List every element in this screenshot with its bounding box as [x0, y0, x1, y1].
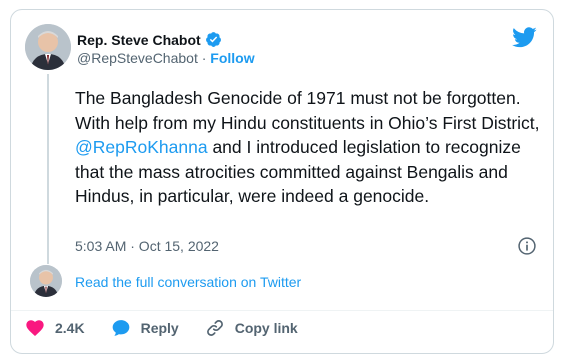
like-count: 2.4K — [55, 320, 85, 336]
follow-button[interactable]: Follow — [210, 50, 254, 66]
like-button[interactable]: 2.4K — [25, 318, 85, 338]
author-name-row: Rep. Steve Chabot — [77, 31, 222, 48]
copy-link-label: Copy link — [234, 320, 298, 336]
thread-line — [47, 74, 49, 264]
reply-label: Reply — [140, 320, 179, 336]
verified-badge-icon — [205, 32, 221, 47]
reply-bubble-icon — [112, 320, 129, 336]
author-handle[interactable]: @RepSteveChabot — [77, 50, 198, 66]
info-icon[interactable] — [517, 236, 537, 256]
read-conversation-link[interactable]: Read the full conversation on Twitter — [75, 274, 301, 290]
divider — [11, 310, 553, 311]
conversation-avatar[interactable] — [30, 265, 62, 297]
mention-link[interactable]: @RepRoKhanna — [75, 137, 208, 157]
embedded-tweet-card: Rep. Steve Chabot @RepSteveChabot · Foll… — [10, 9, 554, 354]
reply-button[interactable]: Reply — [111, 318, 179, 338]
tweet-timestamp[interactable]: 5:03 AM · Oct 15, 2022 — [75, 238, 219, 254]
author-name[interactable]: Rep. Steve Chabot — [77, 32, 201, 48]
twitter-bird-icon[interactable] — [512, 27, 537, 48]
action-bar: 2.4K Reply Copy link — [25, 318, 324, 338]
copy-link-button[interactable]: Copy link — [205, 318, 298, 338]
heart-icon — [26, 320, 44, 336]
author-handle-row: @RepSteveChabot · Follow — [77, 50, 255, 66]
handle-separator: · — [197, 50, 211, 66]
tweet-text: The Bangladesh Genocide of 1971 must not… — [75, 86, 545, 209]
tweet-text-before: The Bangladesh Genocide of 1971 must not… — [75, 88, 540, 133]
link-icon — [206, 320, 223, 336]
author-avatar[interactable] — [25, 24, 71, 70]
